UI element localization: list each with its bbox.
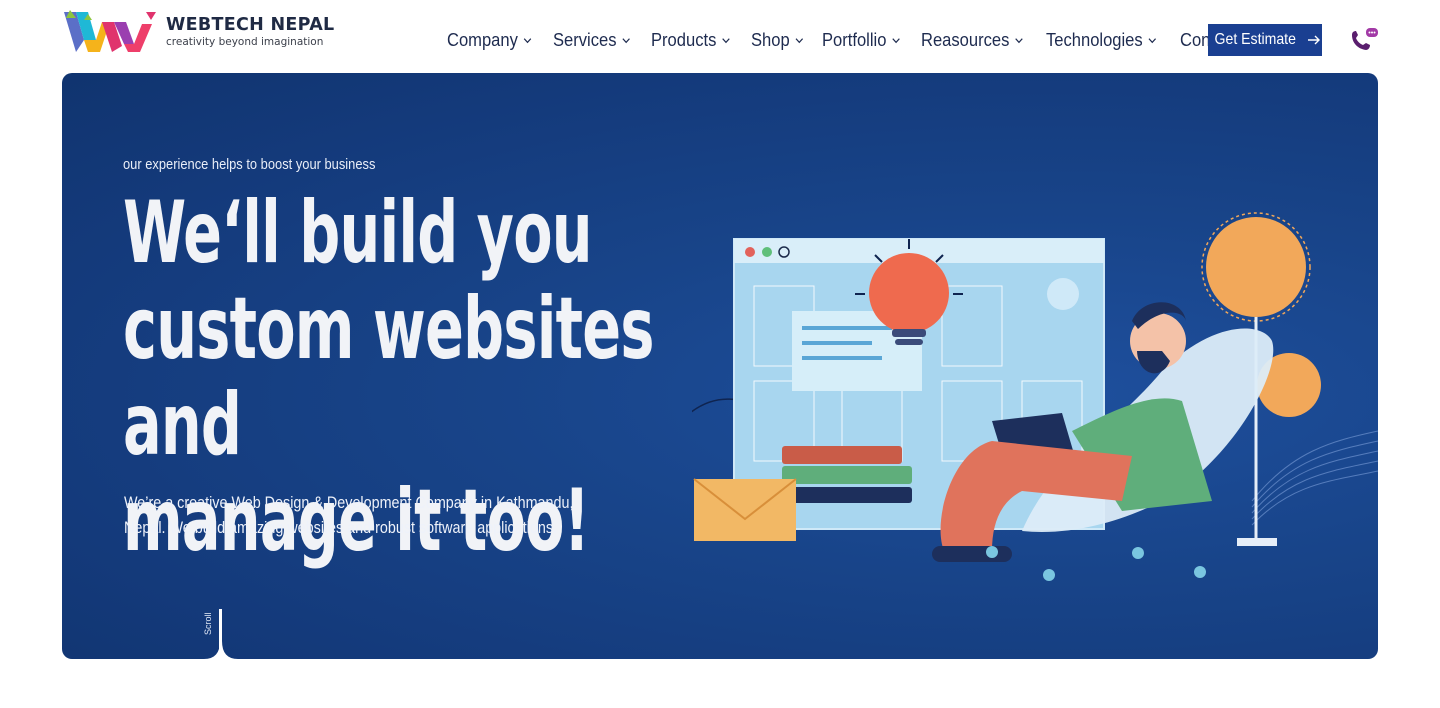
chevron-down-icon [622, 37, 630, 43]
nav-item-shop[interactable]: Shop [751, 29, 804, 51]
chevron-down-icon [1148, 37, 1157, 43]
chevron-down-icon [795, 37, 804, 43]
scroll-label[interactable]: Scroll [203, 612, 213, 635]
nav-item-technologies[interactable]: Technologies [1046, 29, 1157, 51]
chevron-down-icon [1015, 37, 1023, 43]
webtech-w-logo-icon [64, 10, 156, 52]
nav-item-reasources[interactable]: Reasources [921, 30, 1023, 51]
chevron-down-icon [892, 37, 900, 43]
get-estimate-button[interactable]: Get Estimate [1208, 24, 1322, 56]
logo[interactable]: WEBTECH NEPAL creativity beyond imaginat… [62, 10, 334, 54]
nav-item-company[interactable]: Company [447, 30, 532, 51]
nav-item-label: Company [447, 29, 518, 50]
chevron-down-icon [523, 37, 532, 43]
hero-section: our experience helps to boost your busin… [62, 73, 1378, 659]
nav-item-label: Reasources [921, 29, 1010, 50]
brand-tagline: creativity beyond imagination [166, 36, 324, 48]
nav-item-label: Shop [751, 29, 790, 50]
logo-text: WEBTECH NEPAL creativity beyond imaginat… [166, 15, 334, 49]
main-nav: Company Services Products Shop Portfolli… [447, 26, 1271, 54]
phone-chat-icon[interactable] [1348, 26, 1380, 54]
nav-item-label: Technologies [1046, 29, 1143, 50]
nav-item-products[interactable]: Products [651, 30, 730, 51]
chevron-down-icon [722, 37, 730, 43]
get-estimate-label: Get Estimate [1214, 31, 1296, 48]
developer-with-laptop-illustration [692, 212, 1378, 581]
nav-item-services[interactable]: Services [553, 30, 630, 51]
nav-item-label: Services [553, 29, 617, 50]
brand-name: WEBTECH NEPAL [166, 15, 335, 35]
nav-item-label: Products [651, 29, 717, 50]
nav-item-label: Portfollio [822, 29, 887, 50]
scroll-indicator-line [219, 609, 221, 659]
site-header: WEBTECH NEPAL creativity beyond imaginat… [0, 0, 1440, 73]
arrow-right-icon [1308, 35, 1321, 45]
nav-item-portfollio[interactable]: Portfollio [822, 30, 900, 51]
